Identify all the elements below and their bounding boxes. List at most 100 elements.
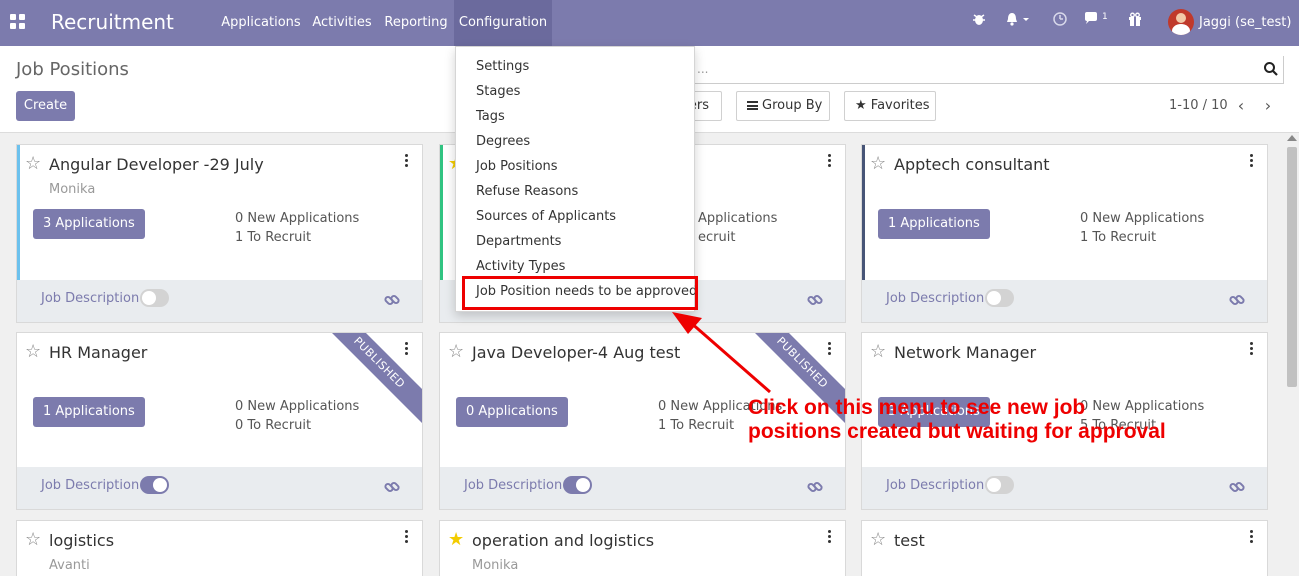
menu-activities[interactable]: Activities [308, 0, 376, 46]
annotation-line-2: positions created but waiting for approv… [748, 420, 1166, 443]
job-card[interactable]: PUBLISHED ☆ HR Manager 1 Applications 0 … [16, 332, 423, 510]
job-description-label: Job Description [41, 291, 140, 306]
annotation-line-1: Click on this menu to see new job [748, 396, 1086, 419]
job-title[interactable]: logistics [49, 531, 114, 550]
bell-icon[interactable] [1002, 12, 1034, 32]
card-menu-icon[interactable] [1247, 153, 1255, 169]
job-card[interactable]: ★ operation and logistics Monika [439, 520, 846, 576]
link-icon[interactable] [807, 479, 823, 495]
menu-item-settings[interactable]: Settings [476, 59, 529, 74]
job-card[interactable]: ☆ test [861, 520, 1268, 576]
new-applications-link[interactable]: 0 New Applications [235, 399, 359, 414]
applications-button[interactable]: 3 Applications [33, 209, 145, 239]
company-name: Avanti [49, 558, 90, 573]
favorite-star-icon[interactable]: ☆ [25, 531, 41, 549]
job-description-toggle[interactable] [563, 476, 592, 494]
menu-item-refuse-reasons[interactable]: Refuse Reasons [476, 184, 578, 199]
menu-item-degrees[interactable]: Degrees [476, 134, 530, 149]
job-title[interactable]: operation and logistics [472, 531, 654, 550]
scrollbar-thumb[interactable] [1287, 147, 1297, 387]
card-menu-icon[interactable] [825, 153, 833, 169]
new-applications-link[interactable]: Applications [698, 211, 777, 226]
link-icon[interactable] [1229, 479, 1245, 495]
group-by-button[interactable]: Group By [736, 91, 830, 121]
app-brand: Recruitment [51, 10, 174, 34]
job-description-toggle[interactable] [140, 476, 169, 494]
link-icon[interactable] [384, 292, 400, 308]
new-applications-link[interactable]: 0 New Applications [235, 211, 359, 226]
job-title[interactable]: Angular Developer -29 July [49, 155, 264, 174]
card-footer: Job Description [17, 467, 422, 509]
favorite-star-icon[interactable]: ☆ [25, 155, 41, 173]
favorite-star-icon[interactable]: ☆ [25, 343, 41, 361]
menu-applications[interactable]: Applications [220, 0, 302, 46]
card-footer: Job Description [17, 280, 422, 322]
job-title[interactable]: Java Developer-4 Aug test [472, 343, 680, 362]
link-icon[interactable] [807, 292, 823, 308]
favorite-star-icon[interactable]: ★ [448, 531, 464, 549]
card-menu-icon[interactable] [402, 529, 410, 545]
favorite-star-icon[interactable]: ☆ [448, 343, 464, 361]
applications-button[interactable]: 0 Applications [456, 397, 568, 427]
card-menu-icon[interactable] [402, 341, 410, 357]
card-footer: Job Description [862, 467, 1267, 509]
to-recruit-text: 1 To Recruit [1080, 230, 1157, 245]
pager-next-icon[interactable]: › [1261, 97, 1275, 115]
job-description-label: Job Description [41, 478, 140, 493]
job-description-toggle[interactable] [140, 289, 169, 307]
top-navbar: Recruitment Applications Activities Repo… [0, 0, 1299, 46]
search-icon[interactable] [1263, 61, 1279, 77]
card-menu-icon[interactable] [1247, 341, 1255, 357]
pager-previous-icon[interactable]: ‹ [1234, 97, 1248, 115]
card-menu-icon[interactable] [825, 341, 833, 357]
messages-icon[interactable]: 1 [1084, 12, 1114, 32]
clock-icon[interactable] [1050, 12, 1070, 32]
menu-reporting[interactable]: Reporting [382, 0, 450, 46]
job-title[interactable]: test [894, 531, 925, 550]
menu-item-sources-of-applicants[interactable]: Sources of Applicants [476, 209, 616, 224]
to-recruit-text: 1 To Recruit [658, 418, 735, 433]
search-input[interactable]: ... [690, 56, 1284, 84]
new-applications-link[interactable]: 0 New Applications [1080, 211, 1204, 226]
menu-item-stages[interactable]: Stages [476, 84, 520, 99]
app-switcher-icon[interactable] [10, 14, 26, 30]
create-button[interactable]: Create [16, 91, 75, 121]
company-name: Monika [472, 558, 519, 573]
bug-icon[interactable] [969, 12, 989, 32]
pager-value[interactable]: 1-10 / 10 [1169, 98, 1228, 113]
job-card[interactable]: ☆ logistics Avanti [16, 520, 423, 576]
job-title[interactable]: HR Manager [49, 343, 147, 362]
job-title[interactable]: Apptech consultant [894, 155, 1050, 174]
job-description-toggle[interactable] [985, 289, 1014, 307]
link-icon[interactable] [384, 479, 400, 495]
user-avatar[interactable] [1168, 9, 1194, 35]
card-menu-icon[interactable] [1247, 529, 1255, 545]
job-description-toggle[interactable] [985, 476, 1014, 494]
favorite-star-icon[interactable]: ☆ [870, 343, 886, 361]
menu-configuration[interactable]: Configuration [454, 0, 552, 46]
scroll-up-icon[interactable] [1287, 135, 1297, 141]
link-icon[interactable] [1229, 292, 1245, 308]
highlight-box [462, 276, 698, 310]
menu-item-departments[interactable]: Departments [476, 234, 561, 249]
card-menu-icon[interactable] [402, 153, 410, 169]
menu-item-job-positions[interactable]: Job Positions [476, 159, 558, 174]
favorites-button[interactable]: ★ Favorites [844, 91, 936, 121]
menu-item-tags[interactable]: Tags [476, 109, 505, 124]
to-recruit-text: ecruit [698, 230, 736, 245]
job-description-label: Job Description [464, 478, 563, 493]
job-card[interactable]: ☆ Angular Developer -29 July Monika 3 Ap… [16, 144, 423, 323]
gift-icon[interactable] [1125, 12, 1145, 32]
favorite-star-icon[interactable]: ☆ [870, 531, 886, 549]
page-title: Job Positions [16, 59, 129, 80]
to-recruit-text: 0 To Recruit [235, 418, 312, 433]
applications-button[interactable]: 1 Applications [33, 397, 145, 427]
favorite-star-icon[interactable]: ☆ [870, 155, 886, 173]
list-icon [747, 101, 758, 110]
job-title[interactable]: Network Manager [894, 343, 1036, 362]
job-card[interactable]: ☆ Apptech consultant 1 Applications 0 Ne… [861, 144, 1268, 323]
menu-item-activity-types[interactable]: Activity Types [476, 259, 565, 274]
user-name[interactable]: Jaggi (se_test) [1199, 15, 1291, 30]
card-menu-icon[interactable] [825, 529, 833, 545]
applications-button[interactable]: 1 Applications [878, 209, 990, 239]
